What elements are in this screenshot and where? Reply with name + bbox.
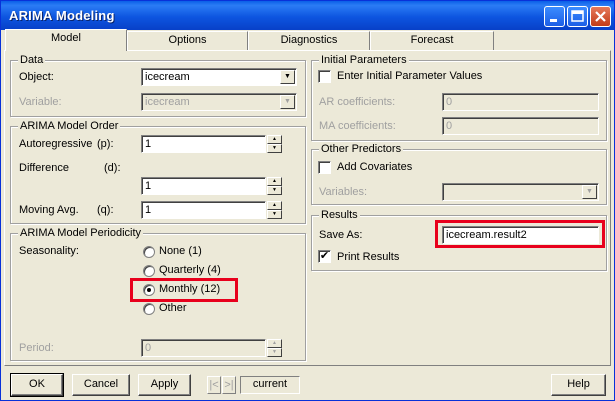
radio-other-label[interactable]: Other — [159, 302, 187, 315]
chevron-down-icon[interactable]: ▼ — [582, 185, 597, 199]
spin-down-icon[interactable]: ▼ — [267, 144, 282, 153]
period-label: Period: — [19, 342, 54, 354]
difference-label: Difference — [19, 162, 69, 174]
variable-dropdown[interactable]: icecream ▼ — [141, 93, 297, 111]
window-title: ARIMA Modeling — [9, 8, 115, 23]
radio-quarterly-label[interactable]: Quarterly (4) — [159, 264, 221, 277]
ar-order-stepper[interactable]: ▲ ▼ — [267, 135, 282, 153]
ar-symbol: (p): — [97, 138, 114, 150]
variables-dropdown[interactable]: ▼ — [442, 183, 599, 201]
highlight-box-save-as — [435, 220, 605, 248]
tab-forecast[interactable]: Forecast — [370, 31, 494, 50]
ma-coefficients-label: MA coefficients: — [319, 120, 396, 132]
ma-coefficients-value: 0 — [446, 120, 453, 132]
difference-value: 1 — [145, 180, 152, 192]
variable-value: icecream — [145, 96, 190, 108]
chevron-down-icon[interactable]: ▼ — [280, 70, 295, 84]
add-covariates-checkbox[interactable] — [318, 161, 331, 174]
next-icon[interactable]: >| — [222, 376, 236, 394]
spin-up-icon[interactable]: ▲ — [267, 201, 282, 210]
object-label: Object: — [19, 71, 54, 83]
ma-order-input[interactable]: 1 — [141, 201, 266, 219]
enter-initial-values-checkbox[interactable] — [318, 70, 331, 83]
ar-coefficients-label: AR coefficients: — [319, 96, 396, 108]
tab-diagnostics[interactable]: Diagnostics — [248, 31, 370, 50]
object-dropdown[interactable]: icecream ▼ — [141, 68, 297, 86]
current-indicator: current — [240, 376, 300, 394]
close-icon[interactable] — [590, 6, 611, 27]
print-results-checkbox[interactable]: ✔ — [318, 250, 331, 263]
spin-up-icon[interactable]: ▲ — [267, 135, 282, 144]
help-button-label: Help — [567, 378, 590, 390]
period-input[interactable]: 0 — [141, 339, 266, 357]
minimize-icon[interactable] — [544, 6, 565, 27]
difference-input[interactable]: 1 — [141, 177, 266, 195]
tab-model[interactable]: Model — [5, 29, 127, 51]
object-value: icecream — [145, 71, 190, 83]
save-as-label: Save As: — [319, 229, 363, 241]
spin-up-icon[interactable]: ▲ — [267, 177, 282, 186]
radio-none[interactable] — [143, 246, 155, 258]
current-label: current — [252, 378, 288, 390]
seasonality-label: Seasonality: — [19, 245, 79, 257]
spin-down-icon[interactable]: ▼ — [267, 210, 282, 219]
initial-parameters-group-label: Initial Parameters — [319, 54, 409, 66]
title-bar[interactable]: ARIMA Modeling — [1, 1, 614, 30]
chevron-down-icon[interactable]: ▼ — [280, 95, 295, 109]
maximize-icon[interactable] — [567, 6, 588, 27]
check-mark-icon: ✔ — [319, 250, 330, 262]
tab-model-label: Model — [51, 32, 81, 44]
apply-button-label: Apply — [150, 378, 179, 390]
data-group-label: Data — [18, 54, 46, 66]
period-value: 0 — [145, 342, 152, 354]
ma-label: Moving Avg. — [19, 204, 79, 216]
ma-symbol: (q): — [97, 204, 114, 216]
variables-label: Variables: — [319, 186, 368, 198]
tab-forecast-label: Forecast — [410, 34, 454, 46]
ma-order-value: 1 — [145, 204, 152, 216]
tab-options[interactable]: Options — [127, 31, 248, 50]
ok-button-label: OK — [29, 378, 45, 390]
spin-down-icon[interactable]: ▼ — [267, 186, 282, 195]
spin-up-icon[interactable]: ▲ — [267, 339, 282, 348]
spin-down-icon[interactable]: ▼ — [267, 348, 282, 357]
ok-button[interactable]: OK — [10, 373, 64, 397]
cancel-button-label: Cancel — [83, 378, 119, 390]
tab-options-label: Options — [168, 34, 207, 46]
model-order-group-label: ARIMA Model Order — [18, 120, 121, 132]
highlight-box-monthly — [130, 278, 238, 302]
ar-order-value: 1 — [145, 138, 152, 150]
results-group-label: Results — [319, 209, 360, 221]
ar-order-input[interactable]: 1 — [141, 135, 266, 153]
period-stepper[interactable]: ▲ ▼ — [267, 339, 282, 357]
add-covariates-label[interactable]: Add Covariates — [337, 161, 412, 174]
radio-other[interactable] — [143, 303, 155, 315]
ma-coefficients-input[interactable]: 0 — [442, 117, 599, 135]
radio-quarterly[interactable] — [143, 265, 155, 277]
help-button[interactable]: Help — [551, 374, 606, 396]
tab-diagnostics-label: Diagnostics — [280, 34, 338, 46]
print-results-label[interactable]: Print Results — [337, 251, 399, 264]
variable-label: Variable: — [19, 96, 62, 108]
cancel-button[interactable]: Cancel — [72, 374, 130, 396]
ma-order-stepper[interactable]: ▲ ▼ — [267, 201, 282, 219]
enter-initial-values-label[interactable]: Enter Initial Parameter Values — [337, 70, 482, 83]
previous-icon[interactable]: |< — [207, 376, 221, 394]
arima-modeling-window: ARIMA Modeling Model Options Diagnostics… — [0, 0, 615, 401]
radio-none-label[interactable]: None (1) — [159, 245, 202, 258]
periodicity-group-label: ARIMA Model Periodicity — [18, 227, 144, 239]
other-predictors-group-label: Other Predictors — [319, 143, 404, 155]
apply-button[interactable]: Apply — [138, 374, 191, 396]
ar-coefficients-input[interactable]: 0 — [442, 93, 599, 111]
difference-stepper[interactable]: ▲ ▼ — [267, 177, 282, 195]
ar-coefficients-value: 0 — [446, 96, 453, 108]
ar-label: Autoregressive — [19, 138, 93, 150]
difference-symbol: (d): — [104, 162, 121, 174]
